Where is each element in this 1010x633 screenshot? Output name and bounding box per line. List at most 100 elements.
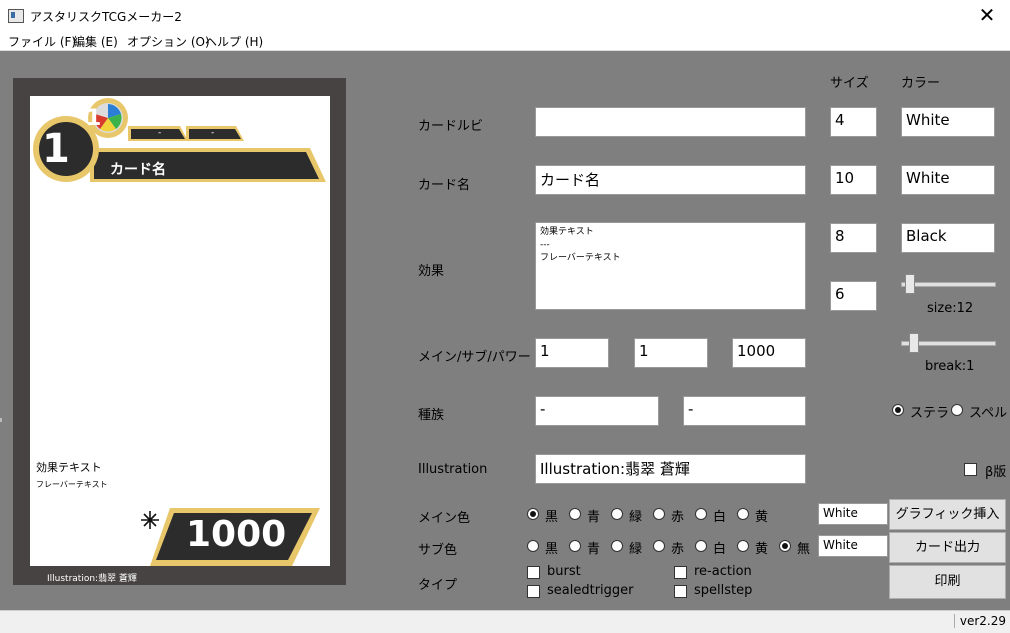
color-header: カラー	[901, 76, 941, 91]
effect-line-1: 効果テキスト	[540, 227, 594, 237]
sub-color-label-red: 赤	[671, 542, 685, 557]
flavor-size-input[interactable]: 6	[830, 281, 877, 311]
effect-line-3: フレーバーテキスト	[540, 253, 621, 263]
card-illustration-credit: Illustration:翡翠 蒼輝	[47, 574, 137, 584]
effect-size-input[interactable]: 8	[830, 223, 877, 253]
main-color-radio-green[interactable]	[611, 508, 623, 520]
card-power: 1000	[186, 514, 287, 555]
illustration-label: Illustration	[418, 462, 488, 477]
card-cost: 1	[42, 126, 70, 172]
menu-edit[interactable]: 編集 (E)	[73, 33, 118, 50]
sub-color-label-white: 白	[713, 542, 727, 557]
ruby-label: カードルビ	[418, 119, 484, 134]
main-color-label-blue: 青	[587, 510, 601, 525]
sub-color-label-yellow: 黄	[755, 542, 769, 557]
status-bar: ver2.29	[0, 610, 1010, 633]
type-checkbox-spellstep[interactable]	[674, 585, 687, 598]
main-color-radio-blue[interactable]	[569, 508, 581, 520]
name-input[interactable]: カード名	[535, 165, 806, 195]
break-slider-thumb[interactable]	[909, 333, 920, 353]
ruby-input[interactable]	[535, 107, 806, 137]
type-checkbox-sealedtrigger[interactable]	[527, 585, 540, 598]
sub-color-label-none: 無	[797, 542, 811, 557]
beta-label: β版	[985, 465, 1007, 480]
print-button[interactable]: 印刷	[889, 565, 1006, 599]
menu-file[interactable]: ファイル (F)	[8, 33, 76, 50]
sub-color-label-blue: 青	[587, 542, 601, 557]
main-color-radio-yellow[interactable]	[737, 508, 749, 520]
effect-textarea[interactable]: 効果テキスト --- フレーバーテキスト	[535, 222, 806, 310]
card-face: 1 1 - - カード名 効果テキスト フレーバーテキスト 1000	[30, 96, 330, 566]
ruby-color-input[interactable]: White	[901, 107, 995, 137]
sub-color-input[interactable]: White	[818, 535, 888, 557]
main-color-radio-black[interactable]	[527, 508, 539, 520]
sub-color-radio-black[interactable]	[527, 540, 539, 552]
tribe-input-1[interactable]: -	[535, 396, 659, 426]
main-color-radio-white[interactable]	[695, 508, 707, 520]
kind-radio-spell[interactable]	[951, 404, 963, 416]
break-slider-label: break:1	[925, 359, 975, 374]
card-sub-2: -	[211, 128, 215, 138]
sub-color-radio-none[interactable]	[779, 540, 791, 552]
type-label: タイプ	[418, 578, 458, 593]
illustration-input[interactable]: Illustration:翡翠 蒼輝	[535, 454, 806, 484]
power-label: メイン/サブ/パワー	[418, 350, 531, 365]
size-slider[interactable]	[901, 282, 996, 287]
type-label-spellstep: spellstep	[694, 583, 753, 598]
sub-color-radio-green[interactable]	[611, 540, 623, 552]
effect-label: 効果	[418, 264, 445, 279]
sub-value-input[interactable]: 1	[634, 338, 708, 368]
type-label-reaction: re-action	[694, 564, 752, 579]
kind-label-stella: ステラ	[910, 406, 950, 421]
kind-label-spell: スペル	[969, 406, 1008, 421]
card-flavor: フレーバーテキスト	[36, 480, 108, 489]
sub-color-radio-white[interactable]	[695, 540, 707, 552]
main-color-label-white: 白	[713, 510, 727, 525]
export-card-button[interactable]: カード出力	[889, 532, 1006, 563]
effect-color-input[interactable]: Black	[901, 223, 995, 253]
close-icon[interactable]: ✕	[964, 0, 1010, 32]
sub-color-radio-red[interactable]	[653, 540, 665, 552]
window-title: アスタリスクTCGメーカー2	[30, 10, 182, 24]
type-label-burst: burst	[547, 564, 581, 579]
main-color-label-black: 黒	[545, 510, 559, 525]
sub-color-label: サブ色	[418, 543, 458, 558]
name-size-input[interactable]: 10	[830, 165, 877, 195]
menu-options[interactable]: オプション (O)	[127, 33, 210, 50]
main-value-input[interactable]: 1	[535, 338, 609, 368]
type-checkbox-reaction[interactable]	[674, 566, 687, 579]
menu-help[interactable]: ヘルプ (H)	[205, 33, 263, 50]
name-color-input[interactable]: White	[901, 165, 995, 195]
effect-line-2: ---	[540, 240, 550, 250]
card-name: カード名	[110, 162, 166, 178]
app-icon	[8, 9, 24, 23]
ruby-size-input[interactable]: 4	[830, 107, 877, 137]
sub-color-radio-yellow[interactable]	[737, 540, 749, 552]
card-art	[33, 98, 326, 566]
tribe-input-2[interactable]: -	[683, 396, 806, 426]
main-color-label-green: 緑	[629, 510, 643, 525]
main-color-radio-red[interactable]	[653, 508, 665, 520]
size-header: サイズ	[830, 76, 869, 91]
sub-tab-2	[189, 129, 241, 139]
title-bar: アスタリスクTCGメーカー2 ✕	[0, 0, 1010, 32]
main-color-input[interactable]: White	[818, 503, 888, 525]
menu-bar: ファイル (F) 編集 (E) オプション (O) ヘルプ (H)	[0, 32, 1010, 51]
power-value-input[interactable]: 1000	[732, 338, 806, 368]
card-sub: 1	[86, 106, 102, 131]
sub-color-radio-blue[interactable]	[569, 540, 581, 552]
size-slider-thumb[interactable]	[905, 274, 916, 294]
splitter-handle[interactable]	[0, 418, 2, 422]
card-preview: 1 1 - - カード名 効果テキスト フレーバーテキスト 1000 Illus…	[13, 78, 346, 585]
insert-graphic-button[interactable]: グラフィック挿入	[889, 499, 1006, 530]
sub-color-label-black: 黒	[545, 542, 559, 557]
kind-radio-stella[interactable]	[892, 404, 904, 416]
tribe-label: 種族	[418, 408, 445, 423]
card-effect: 効果テキスト	[36, 461, 102, 474]
card-sub-1: -	[158, 128, 162, 138]
beta-checkbox[interactable]	[964, 463, 977, 476]
size-slider-label: size:12	[927, 301, 974, 316]
main-color-label: メイン色	[418, 511, 471, 526]
type-checkbox-burst[interactable]	[527, 566, 540, 579]
sparkle-icon	[141, 511, 159, 529]
